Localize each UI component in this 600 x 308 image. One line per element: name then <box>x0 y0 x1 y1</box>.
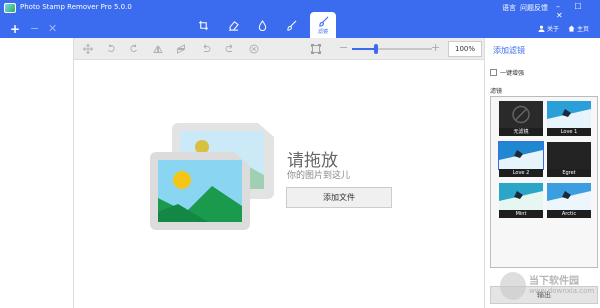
drop-subtitle: 你的图片到这儿 <box>287 171 351 181</box>
snowboard-photo-icon <box>547 101 591 128</box>
add-file-button[interactable]: 添加文件 <box>286 187 392 208</box>
filter-panel: 添加滤镜 一键增强 滤镜 无滤镜 Love 1 Love 2 Egret Min… <box>484 38 600 308</box>
brush-icon <box>286 20 296 31</box>
feedback-button[interactable]: 问题反馈 <box>520 3 548 13</box>
filter-item-egret[interactable]: Egret <box>547 142 591 177</box>
filter-item-none[interactable]: 无滤镜 <box>499 101 543 136</box>
move-tool[interactable] <box>82 43 94 55</box>
one-click-enhance-label: 一键增强 <box>500 70 525 77</box>
drop-area[interactable]: 请拖放 你的图片到这儿 添加文件 <box>74 60 484 308</box>
filter-icon <box>318 16 328 27</box>
rotate-left-button[interactable] <box>105 43 117 55</box>
site-watermark: 当下软件园 www.downxia.com <box>500 270 598 304</box>
filter-name: Mint <box>499 210 543 218</box>
filter-thumb <box>547 101 591 128</box>
filter-item-mint[interactable]: Mint <box>499 183 543 218</box>
filter-grid: 无滤镜 Love 1 Love 2 Egret Mint Arctic <box>490 96 598 268</box>
zoom-slider-fill <box>352 48 376 50</box>
checkbox-box[interactable] <box>490 69 497 76</box>
eraser-tool-button[interactable] <box>221 14 245 36</box>
drop-icon <box>258 19 266 31</box>
filter-thumb <box>499 101 543 128</box>
one-click-enhance-checkbox[interactable]: 一键增强 <box>490 68 524 77</box>
filter-thumb <box>498 141 544 170</box>
snowboard-photo-icon <box>499 183 543 210</box>
filter-item-arctic[interactable]: Arctic <box>547 183 591 218</box>
zoom-slider[interactable] <box>352 44 432 54</box>
about-label: 关于 <box>547 26 560 33</box>
home-icon <box>568 25 575 32</box>
filter-name: Arctic <box>547 210 591 218</box>
home-button[interactable]: 主页 <box>568 24 589 33</box>
fit-screen-icon <box>311 44 321 54</box>
rotate-right-button[interactable] <box>128 43 140 55</box>
fit-screen-button[interactable] <box>310 43 322 55</box>
move-icon <box>83 44 93 54</box>
title-bar: Photo Stamp Remover Pro 5.0.0 + − ✕ 滤镜 语… <box>0 0 600 38</box>
flip-vertical-button[interactable] <box>152 43 164 55</box>
filter-tool-label: 滤镜 <box>317 28 328 35</box>
user-icon <box>538 25 545 32</box>
filter-name: Love 2 <box>499 169 543 177</box>
undo-icon <box>203 44 211 52</box>
flip-horizontal-icon <box>177 44 185 54</box>
watermark-url: www.downxia.com <box>529 287 595 295</box>
image-list-panel[interactable] <box>0 38 74 308</box>
undo-button[interactable] <box>200 43 212 55</box>
zoom-in-button[interactable]: + <box>431 41 440 54</box>
filter-thumb <box>547 142 591 169</box>
eraser-icon <box>228 20 239 31</box>
filter-tool-button[interactable]: 滤镜 <box>310 12 336 38</box>
watermark-text: 当下软件园 <box>529 276 579 287</box>
filter-thumb <box>547 183 591 210</box>
drop-tool-button[interactable] <box>250 14 274 36</box>
crop-icon <box>198 20 208 30</box>
cancel-button[interactable] <box>248 43 260 55</box>
no-filter-icon <box>512 105 530 124</box>
zoom-percentage[interactable]: 100% <box>448 41 482 57</box>
filter-name: Love 1 <box>547 128 591 136</box>
close-image-button[interactable]: ✕ <box>48 23 57 35</box>
zoom-out-button[interactable]: − <box>339 41 348 54</box>
flip-horizontal-button[interactable] <box>175 43 187 55</box>
filter-name: 无滤镜 <box>499 128 543 136</box>
editor-toolbar: − + 100% <box>74 38 484 60</box>
rotate-right-icon <box>130 44 137 52</box>
redo-icon <box>225 44 233 52</box>
zoom-slider-handle[interactable] <box>374 44 378 54</box>
add-button[interactable]: + <box>10 23 20 35</box>
app-logo-icon <box>4 3 16 13</box>
language-button[interactable]: 语言 <box>502 3 516 13</box>
about-button[interactable]: 关于 <box>538 24 559 33</box>
window-controls[interactable]: – ☐ ✕ <box>556 2 600 20</box>
snowboard-photo-icon <box>547 183 591 210</box>
rotate-left-icon <box>108 44 115 52</box>
watermark-logo-icon <box>500 272 526 300</box>
snowboard-photo-icon <box>499 142 543 169</box>
filter-item-love2[interactable]: Love 2 <box>498 141 544 177</box>
cancel-icon <box>249 44 259 54</box>
filter-item-love1[interactable]: Love 1 <box>547 101 591 136</box>
add-filter-title: 添加滤镜 <box>493 46 525 55</box>
brush-tool-button[interactable] <box>279 14 303 36</box>
remove-button[interactable]: − <box>30 23 39 35</box>
filter-section-label: 滤镜 <box>490 88 503 95</box>
home-label: 主页 <box>577 26 590 33</box>
image-placeholder-icon <box>150 123 274 230</box>
crop-tool-button[interactable] <box>191 14 215 36</box>
filter-name: Egret <box>547 169 591 177</box>
app-title: Photo Stamp Remover Pro 5.0.0 <box>20 3 132 11</box>
filter-thumb <box>499 183 543 210</box>
flip-vertical-icon <box>153 45 163 53</box>
redo-button[interactable] <box>224 43 236 55</box>
